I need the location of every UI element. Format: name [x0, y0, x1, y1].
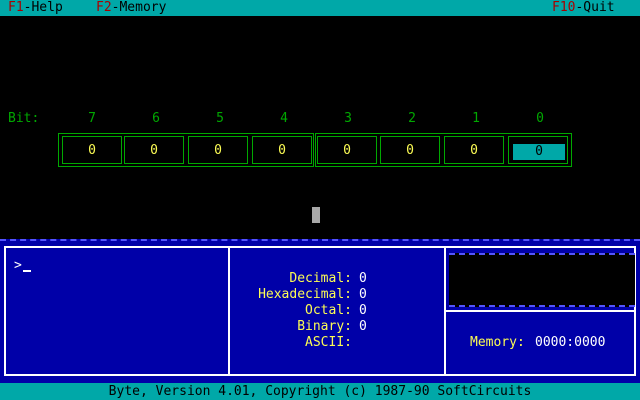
binary-label: Binary:: [297, 319, 352, 334]
menu-memory[interactable]: F2-Memory: [96, 0, 166, 16]
bit-number-6: 6: [152, 111, 160, 126]
bit-cell-5[interactable]: 0: [188, 136, 248, 164]
bit-cell-0[interactable]: 0: [508, 136, 568, 164]
status-bar: Byte, Version 4.01, Copyright (c) 1987-9…: [0, 383, 640, 400]
menu-memory-key: F2: [96, 0, 112, 15]
menu-quit-label: -Quit: [575, 0, 615, 15]
memory-pane-divider: [444, 310, 636, 312]
bit-number-7: 7: [88, 111, 96, 126]
bit-cell-7[interactable]: 0: [62, 136, 122, 164]
menu-memory-label: -Memory: [111, 0, 167, 15]
octal-label: Octal:: [305, 303, 352, 318]
menu-help[interactable]: F1-Help: [8, 0, 63, 16]
bit-number-5: 5: [216, 111, 224, 126]
octal-value: 0: [359, 303, 367, 318]
decimal-value: 0: [359, 271, 367, 286]
ascii-label: ASCII:: [305, 335, 352, 350]
bit-cell-1[interactable]: 0: [444, 136, 504, 164]
menu-bar: F1-Help F2-Memory F10-Quit: [0, 0, 640, 16]
bit-cell-0-selected-value: 0: [513, 144, 565, 160]
bit-number-0: 0: [536, 111, 544, 126]
menu-quit-key: F10: [552, 0, 576, 15]
bit-cell-2[interactable]: 0: [380, 136, 440, 164]
bit-cell-6[interactable]: 0: [124, 136, 184, 164]
bit-number-4: 4: [280, 111, 288, 126]
menu-help-key: F1: [8, 0, 24, 15]
hexadecimal-label: Hexadecimal:: [258, 287, 352, 302]
memory-label: Memory:: [470, 335, 525, 350]
memory-preview: [449, 253, 635, 307]
bit-number-1: 1: [472, 111, 480, 126]
menu-quit[interactable]: F10-Quit: [552, 0, 615, 16]
menu-help-label: -Help: [23, 0, 63, 15]
cursor-block: [312, 207, 320, 223]
hexadecimal-value: 0: [359, 287, 367, 302]
bit-cell-4[interactable]: 0: [252, 136, 312, 164]
text-cursor: [23, 270, 31, 272]
bit-number-3: 3: [344, 111, 352, 126]
command-prompt: >: [14, 258, 22, 273]
bit-row-label: Bit:: [8, 111, 40, 126]
memory-value: 0000:0000: [535, 335, 606, 350]
console-pane[interactable]: [4, 246, 230, 376]
bit-cell-3[interactable]: 0: [317, 136, 377, 164]
bit-number-2: 2: [408, 111, 416, 126]
decimal-label: Decimal:: [289, 271, 352, 286]
binary-value: 0: [359, 319, 367, 334]
nibble-divider: [313, 133, 316, 167]
